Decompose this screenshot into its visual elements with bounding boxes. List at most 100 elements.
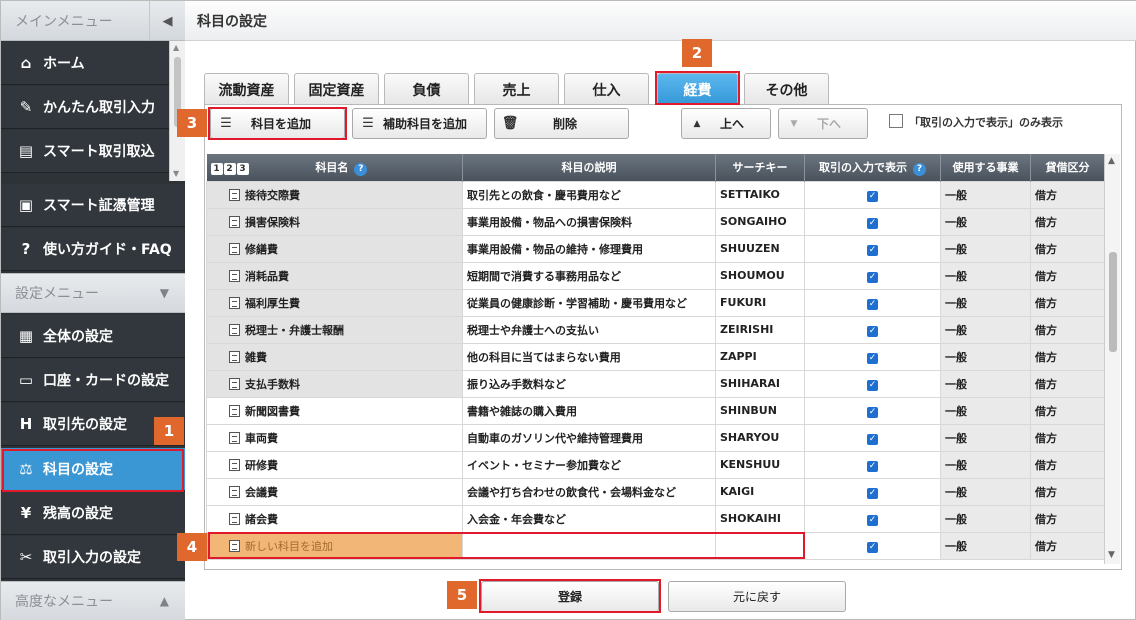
tab-liabilities[interactable]: 負債 [384,73,469,105]
help-icon[interactable]: ? [354,162,368,176]
scroll-down-icon[interactable]: ▼ [1108,550,1115,560]
tab-sales[interactable]: 売上 [474,73,559,105]
show-in-entry-cell[interactable]: ✓ [804,396,941,425]
sidebar-item-guide[interactable]: ? 使い方ガイド・FAQ [1,228,185,271]
checkbox-checked-icon[interactable]: ✓ [867,541,878,553]
search-key-cell[interactable]: ZAPPI [715,342,805,371]
level-1-button[interactable]: 1 [210,162,223,175]
revert-button[interactable]: 元に戻す [668,581,846,612]
checkbox-checked-icon[interactable]: ✓ [867,352,878,364]
table-row[interactable]: 諸会費 入会金・年会費など SHOKAIHI ✓ 一般 借方 [206,504,1104,533]
checkbox-checked-icon[interactable]: ✓ [867,514,878,526]
table-row[interactable]: 支払手数料 振り込み手数料など SHIHARAI ✓ 一般 借方 [206,369,1104,398]
description-cell[interactable]: 自動車のガソリン代や維持管理費用 [462,423,716,452]
table-row[interactable]: 損害保険料 事業用設備・物品への損害保険料 SONGAIHO ✓ 一般 借方 [206,207,1104,236]
show-in-entry-cell[interactable]: ✓ [804,261,941,290]
sidebar-item-smart-import[interactable]: ▤ スマート取引取込 [1,130,169,173]
sidebar-item-home[interactable]: ⌂ ホーム [1,42,169,85]
description-cell[interactable]: 税理士や弁護士への支払い [462,315,716,344]
account-name-cell[interactable]: 福利厚生費 [206,288,463,317]
add-sub-account-button[interactable]: ☰ 補助科目を追加 [352,108,487,139]
advanced-menu-header[interactable]: 高度なメニュー ▲ [1,581,185,620]
sidebar-item-accounts[interactable]: ⚖ 科目の設定 [1,448,185,491]
account-name-cell[interactable]: 雑費 [206,342,463,371]
move-down-button[interactable]: ▼ 下へ [778,108,868,139]
description-cell[interactable]: 振り込み手数料など [462,369,716,398]
table-row[interactable]: 車両費 自動車のガソリン代や維持管理費用 SHARYOU ✓ 一般 借方 [206,423,1104,452]
description-cell[interactable]: イベント・セミナー参加費など [462,450,716,479]
delete-button[interactable]: 🗑 削除 [494,108,629,139]
show-in-entry-cell[interactable]: ✓ [804,531,941,560]
description-cell[interactable] [462,531,716,560]
account-name-cell[interactable]: 会議費 [206,477,463,506]
account-name-cell[interactable]: 新聞図書費 [206,396,463,425]
tab-purchases[interactable]: 仕入 [564,73,649,105]
table-row[interactable]: 福利厚生費 従業員の健康診断・学習補助・慶弔費用など FUKURI ✓ 一般 借方 [206,288,1104,317]
filter-checkbox[interactable] [889,114,903,128]
search-key-cell[interactable]: ZEIRISHI [715,315,805,344]
search-key-cell[interactable]: SHINBUN [715,396,805,425]
help-icon[interactable]: ? [913,162,926,176]
checkbox-checked-icon[interactable]: ✓ [867,217,878,229]
scroll-up-icon[interactable]: ▲ [173,43,179,52]
sidebar-item-account-card[interactable]: ▭ 口座・カードの設定 [1,359,185,402]
description-cell[interactable]: 入会金・年会費など [462,504,716,533]
table-row[interactable]: 新聞図書費 書籍や雑誌の購入費用 SHINBUN ✓ 一般 借方 [206,396,1104,425]
table-row[interactable]: 消耗品費 短期間で消費する事務用品など SHOUMOU ✓ 一般 借方 [206,261,1104,290]
account-name-cell[interactable]: 消耗品費 [206,261,463,290]
tab-current-assets[interactable]: 流動資産 [204,73,289,105]
checkbox-checked-icon[interactable]: ✓ [867,190,878,202]
level-3-button[interactable]: 3 [236,162,249,175]
sidebar-item-balance[interactable]: ¥ 残高の設定 [1,492,185,535]
tab-fixed-assets[interactable]: 固定資産 [294,73,379,105]
table-row[interactable]: 雑費 他の科目に当てはまらない費用 ZAPPI ✓ 一般 借方 [206,342,1104,371]
new-account-row[interactable]: 新しい科目を追加 ✓ 一般 借方 [206,531,1104,560]
search-key-cell[interactable]: SHARYOU [715,423,805,452]
checkbox-checked-icon[interactable]: ✓ [867,487,878,499]
register-button[interactable]: 登録 [481,581,659,612]
search-key-cell[interactable] [715,531,805,560]
show-in-entry-cell[interactable]: ✓ [804,477,941,506]
account-name-cell[interactable]: 損害保険料 [206,207,463,236]
search-key-cell[interactable]: KAIGI [715,477,805,506]
sidebar-item-simple-entry[interactable]: ✎ かんたん取引入力 [1,86,169,129]
scroll-down-icon[interactable]: ▼ [173,169,179,178]
show-in-entry-cell[interactable]: ✓ [804,423,941,452]
checkbox-checked-icon[interactable]: ✓ [867,244,878,256]
account-name-cell[interactable]: 支払手数料 [206,369,463,398]
description-cell[interactable]: 従業員の健康診断・学習補助・慶弔費用など [462,288,716,317]
search-key-cell[interactable]: SETTAIKO [715,180,805,209]
checkbox-checked-icon[interactable]: ✓ [867,271,878,283]
description-cell[interactable]: 取引先との飲食・慶弔費用など [462,180,716,209]
account-name-cell[interactable]: 税理士・弁護士報酬 [206,315,463,344]
show-in-entry-cell[interactable]: ✓ [804,450,941,479]
search-key-cell[interactable]: FUKURI [715,288,805,317]
table-row[interactable]: 修繕費 事業用設備・物品の維持・修理費用 SHUUZEN ✓ 一般 借方 [206,234,1104,263]
tab-expenses[interactable]: 経費 [657,73,738,105]
search-key-cell[interactable]: KENSHUU [715,450,805,479]
description-cell[interactable]: 会議や打ち合わせの飲食代・会場料金など [462,477,716,506]
checkbox-checked-icon[interactable]: ✓ [867,298,878,310]
checkbox-checked-icon[interactable]: ✓ [867,325,878,337]
search-key-cell[interactable]: SONGAIHO [715,207,805,236]
description-cell[interactable]: 他の科目に当てはまらない費用 [462,342,716,371]
collapse-left-icon[interactable]: ◀ [149,1,185,41]
description-cell[interactable]: 事業用設備・物品への損害保険料 [462,207,716,236]
move-up-button[interactable]: ▲ 上へ [681,108,771,139]
account-name-cell[interactable]: 諸会費 [206,504,463,533]
show-in-entry-cell[interactable]: ✓ [804,504,941,533]
account-name-cell[interactable]: 研修費 [206,450,463,479]
account-name-cell[interactable]: 車両費 [206,423,463,452]
new-account-cell[interactable]: 新しい科目を追加 [206,531,463,560]
checkbox-checked-icon[interactable]: ✓ [867,460,878,472]
show-in-entry-cell[interactable]: ✓ [804,288,941,317]
show-in-entry-cell[interactable]: ✓ [804,342,941,371]
sidebar-item-general-settings[interactable]: ▦ 全体の設定 [1,315,185,358]
search-key-cell[interactable]: SHOUMOU [715,261,805,290]
level-2-button[interactable]: 2 [223,162,236,175]
main-menu-header[interactable]: メインメニュー ◀ [1,1,185,41]
description-cell[interactable]: 事業用設備・物品の維持・修理費用 [462,234,716,263]
description-cell[interactable]: 書籍や雑誌の購入費用 [462,396,716,425]
table-row[interactable]: 接待交際費 取引先との飲食・慶弔費用など SETTAIKO ✓ 一般 借方 [206,180,1104,209]
search-key-cell[interactable]: SHIHARAI [715,369,805,398]
